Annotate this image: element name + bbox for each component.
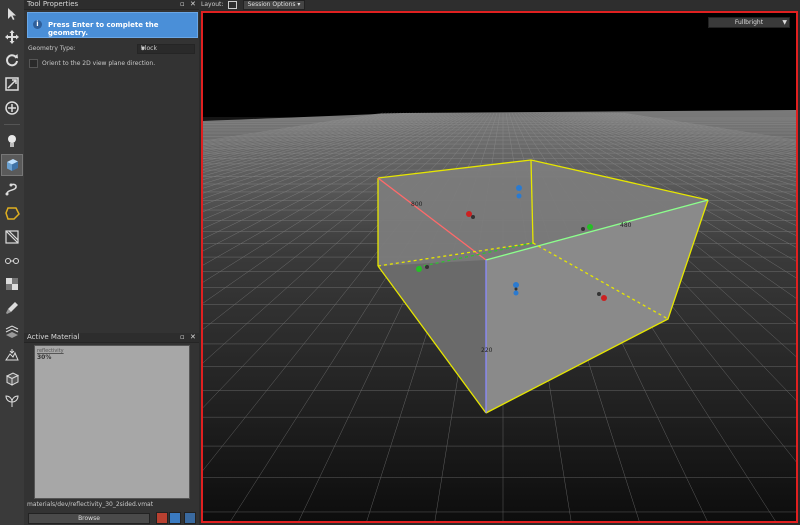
handle-back-green-dot <box>581 227 585 231</box>
terrain-icon[interactable] <box>2 345 22 365</box>
material-preview-value: 30% <box>37 354 52 361</box>
scale-icon[interactable] <box>2 74 22 94</box>
block-icon[interactable] <box>1 154 23 176</box>
session-options-label: Session Options <box>247 1 296 8</box>
dimension-label-front: 220 <box>481 347 493 354</box>
handle-back-red[interactable] <box>466 211 472 217</box>
float-panel-icon[interactable]: ▫ <box>180 0 185 9</box>
tool-properties-title: Tool Properties <box>27 0 79 8</box>
handle-front-blue[interactable] <box>513 282 519 288</box>
clip-icon[interactable] <box>2 227 22 247</box>
3d-viewport[interactable]: 800 480 220 Fullbright ▼ <box>201 11 798 523</box>
handle-right-red-dot <box>597 292 601 296</box>
paint-icon[interactable] <box>2 298 22 318</box>
toolbar-divider <box>4 124 20 125</box>
viewport-scene: 800 480 220 <box>203 13 796 521</box>
select-icon[interactable] <box>2 4 22 24</box>
browse-button-label: Browse <box>78 515 100 522</box>
handle-top[interactable] <box>516 185 522 191</box>
float-panel-icon[interactable]: ▫ <box>180 333 185 342</box>
path-icon[interactable] <box>2 179 22 199</box>
texture-icon[interactable] <box>2 251 22 271</box>
pivot-icon[interactable] <box>2 98 22 118</box>
browse-button[interactable]: Browse <box>28 513 150 524</box>
chevron-down-icon: ▼ <box>141 46 145 52</box>
rotate-icon[interactable] <box>2 50 22 70</box>
handle-back-green[interactable] <box>587 224 593 230</box>
material-icon[interactable] <box>2 274 22 294</box>
layout-button[interactable] <box>228 1 237 9</box>
active-material-title: Active Material <box>27 333 80 341</box>
viewport-toolbar: Layout: Session Options ▾ <box>199 0 800 10</box>
handle-back-red-dot <box>471 215 475 219</box>
move-icon[interactable] <box>2 27 22 47</box>
material-preview[interactable]: reflectivity 30% <box>34 345 190 499</box>
light-icon[interactable] <box>2 131 22 151</box>
info-icon: i <box>33 20 42 29</box>
material-path: materials/dev/reflectivity_30_2sided.vma… <box>27 501 154 508</box>
close-icon[interactable]: ✕ <box>190 0 196 9</box>
material-menu-icon[interactable] <box>184 512 196 524</box>
tool-properties-header: Tool Properties ▫ ✕ <box>24 0 199 10</box>
info-message: Press Enter to complete the geometry. <box>48 21 159 37</box>
layout-label: Layout: <box>201 1 224 8</box>
geometry-type-dropdown[interactable]: block ▼ <box>137 44 195 54</box>
render-mode-label: Fullbright <box>734 19 764 26</box>
orient-label: Orient to the 2D view plane direction. <box>42 60 156 67</box>
render-mode-dropdown[interactable]: Fullbright ▼ <box>708 17 790 28</box>
chevron-down-icon: ▼ <box>782 19 787 26</box>
tool-sidebar <box>0 0 25 525</box>
polygon-icon[interactable] <box>2 203 22 223</box>
handle-front-blue-lower[interactable] <box>513 290 519 296</box>
info-banner: i Press Enter to complete the geometry. <box>27 12 198 38</box>
apply-material-icon[interactable] <box>169 512 181 524</box>
pick-material-icon[interactable] <box>156 512 168 524</box>
displacement-icon[interactable] <box>2 322 22 342</box>
mesh-icon[interactable] <box>2 369 22 389</box>
orient-checkbox[interactable] <box>29 59 38 68</box>
handle-front-blue-dot <box>514 287 518 291</box>
foliage-icon[interactable] <box>2 391 22 411</box>
handle-right-red[interactable] <box>601 295 607 301</box>
close-icon[interactable]: ✕ <box>190 333 196 342</box>
handle-left-green[interactable] <box>416 266 422 272</box>
active-material-header: Active Material ▫ ✕ <box>24 333 199 343</box>
dimension-label-top-left: 800 <box>411 201 423 208</box>
handle-top-lower[interactable] <box>516 193 522 199</box>
tool-properties-panel: Tool Properties ▫ ✕ i Press Enter to com… <box>24 0 199 525</box>
session-options-button[interactable]: Session Options ▾ <box>243 0 305 10</box>
handle-left-green-dot <box>425 265 429 269</box>
dimension-label-right: 480 <box>620 222 632 229</box>
geometry-type-label: Geometry Type: <box>28 45 76 52</box>
